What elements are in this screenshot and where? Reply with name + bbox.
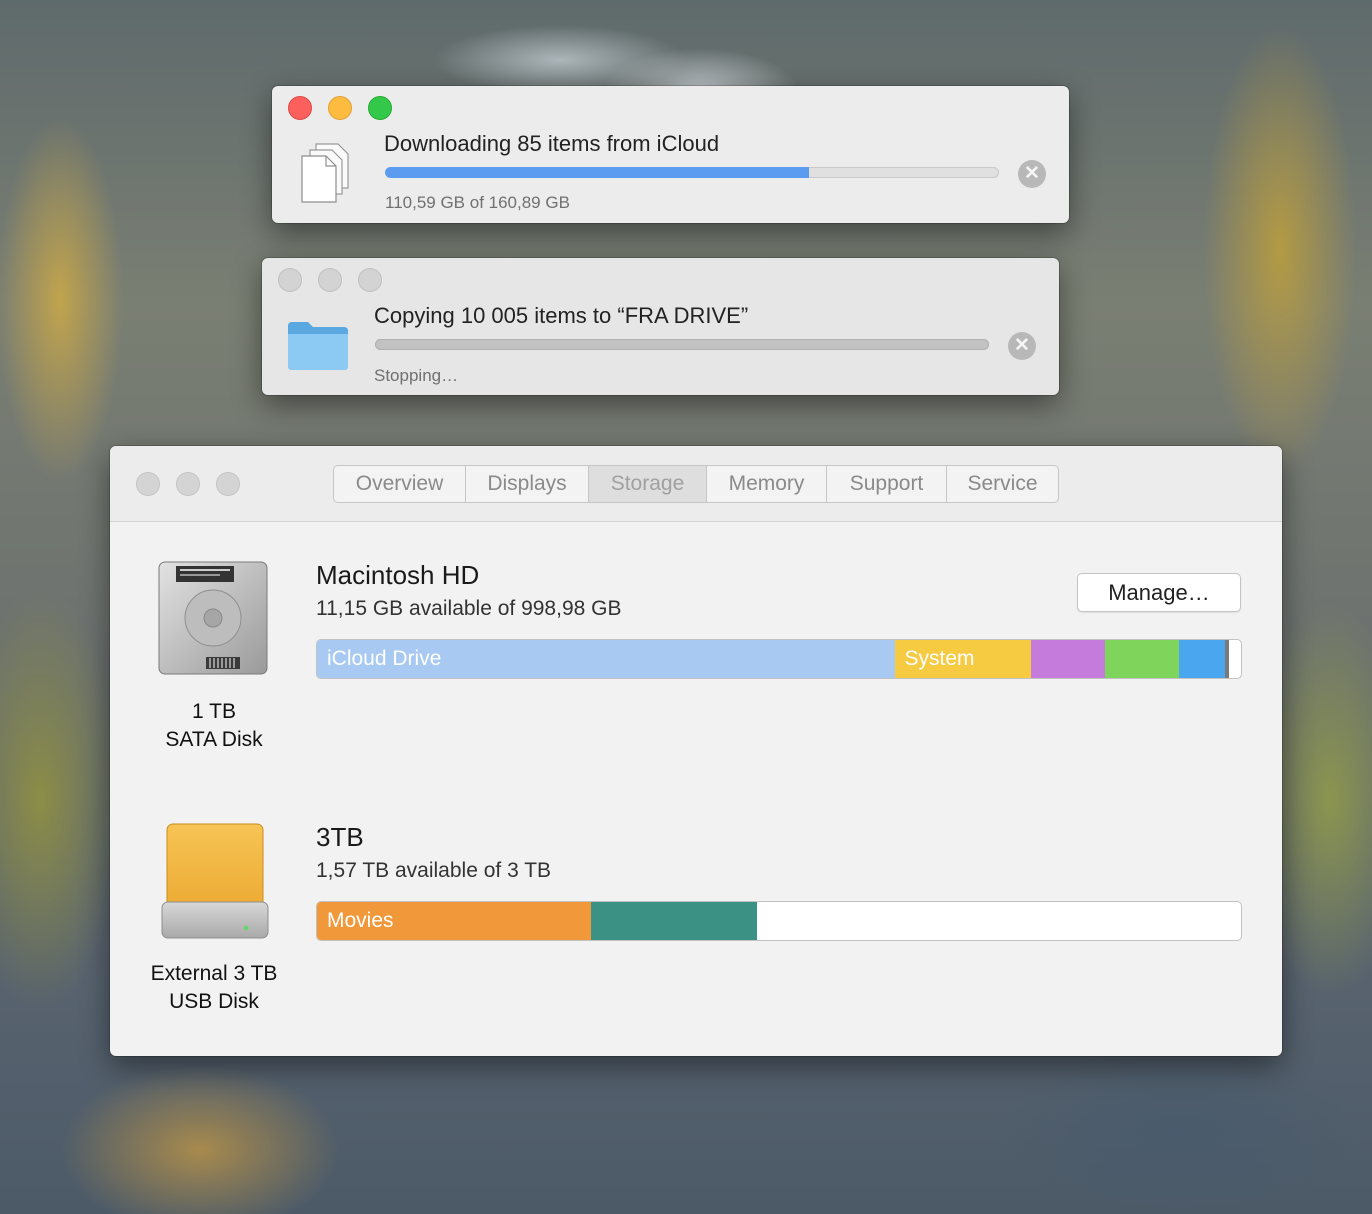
disk1-name: Macintosh HD <box>316 560 480 590</box>
disk2-name: 3TB <box>316 822 364 852</box>
download-title: Downloading 85 items from iCloud <box>384 131 720 156</box>
disk2-type: USB Disk <box>169 990 259 1013</box>
tab-storage[interactable]: Storage <box>589 466 707 502</box>
close-window-button[interactable] <box>136 472 160 496</box>
cancel-download-button[interactable]: ✕ <box>1018 160 1046 188</box>
zoom-window-button[interactable] <box>368 96 392 120</box>
copy-progress-bar <box>375 339 989 350</box>
disk1-size: 1 TB <box>192 700 236 723</box>
zoom-window-button[interactable] <box>358 268 382 292</box>
disk2-available: 1,57 TB available of 3 TB <box>316 859 552 882</box>
disk2-usage-bar: Movies <box>316 901 1242 941</box>
download-status: 110,59 GB of 160,89 GB <box>385 193 570 212</box>
tab-support[interactable]: Support <box>827 466 947 502</box>
disk1-available: 11,15 GB available of 998,98 GB <box>316 597 622 620</box>
close-window-button[interactable] <box>278 268 302 292</box>
minimize-window-button[interactable] <box>328 96 352 120</box>
manage-button[interactable]: Manage… <box>1077 573 1241 612</box>
minimize-window-button[interactable] <box>176 472 200 496</box>
disk1-usage-bar: iCloud Drive System <box>316 639 1242 679</box>
documents-icon <box>298 142 358 204</box>
disk1-type: SATA Disk <box>165 728 263 751</box>
disk1-segment-5 <box>1179 640 1226 678</box>
copy-progress-window: Copying 10 005 items to “FRA DRIVE” Stop… <box>262 258 1059 395</box>
tab-bar: Overview Displays Storage Memory Support… <box>333 465 1059 503</box>
disk1-caption: 1 TB SATA Disk <box>130 698 298 754</box>
disk2-segment-2 <box>591 902 757 940</box>
disk2-caption: External 3 TB USB Disk <box>128 960 300 1016</box>
cancel-copy-button[interactable]: ✕ <box>1008 332 1036 360</box>
download-progress-bar <box>385 167 999 178</box>
tab-displays[interactable]: Displays <box>466 466 589 502</box>
disk2-segment-movies: Movies <box>317 902 592 940</box>
disk1-segment-4 <box>1105 640 1180 678</box>
tab-service[interactable]: Service <box>947 466 1058 502</box>
disk1-segment-3 <box>1031 640 1106 678</box>
download-progress-window: Downloading 85 items from iCloud 110,59 … <box>272 86 1069 223</box>
copy-status: Stopping… <box>374 366 459 385</box>
tab-overview[interactable]: Overview <box>334 466 466 502</box>
zoom-window-button[interactable] <box>216 472 240 496</box>
tab-memory[interactable]: Memory <box>707 466 827 502</box>
download-progress-fill <box>385 167 809 178</box>
external-usb-drive-icon <box>160 822 270 942</box>
disk2-size: External 3 TB <box>150 962 278 985</box>
internal-hard-drive-icon <box>156 560 270 680</box>
minimize-window-button[interactable] <box>318 268 342 292</box>
disk1-segment-icloud-drive: iCloud Drive <box>317 640 895 678</box>
disk1-segment-system: System <box>894 640 1032 678</box>
copy-title: Copying 10 005 items to “FRA DRIVE” <box>374 303 749 328</box>
folder-icon <box>286 320 350 372</box>
close-window-button[interactable] <box>288 96 312 120</box>
disk1-segment-6 <box>1225 640 1229 678</box>
